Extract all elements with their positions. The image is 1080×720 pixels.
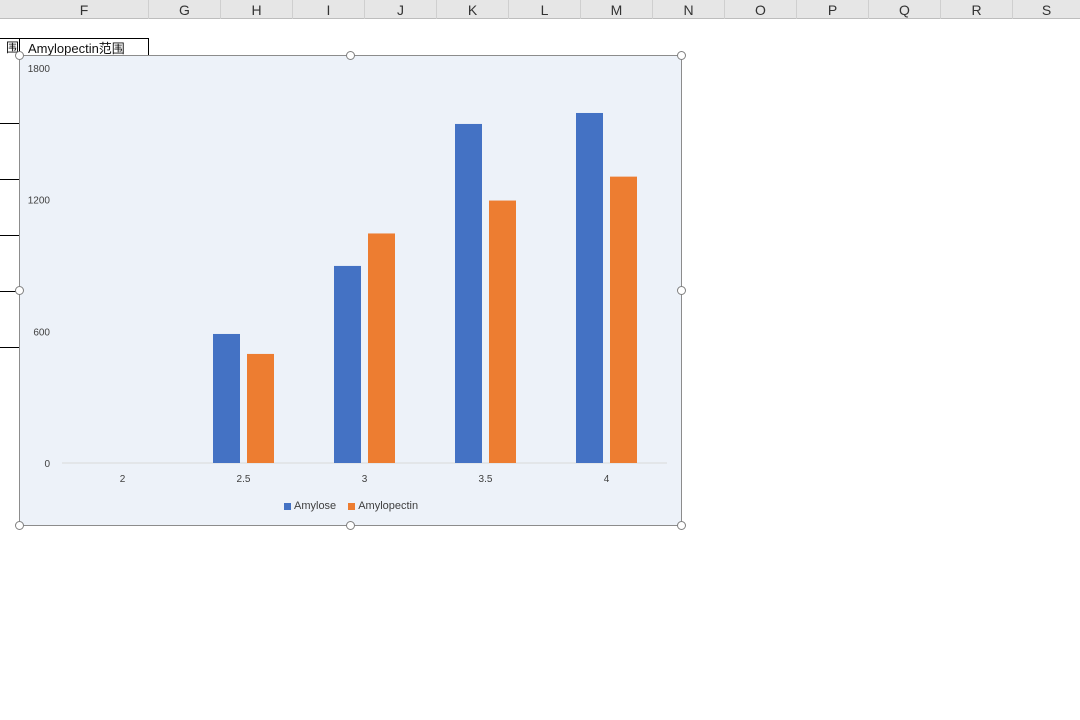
resize-handle-bottom[interactable] [346, 521, 355, 530]
resize-handle-bottom-left[interactable] [15, 521, 24, 530]
column-header-g[interactable]: G [149, 0, 221, 19]
y-axis-ticks: 0 600 1200 1800 [28, 64, 51, 470]
column-header-n[interactable]: N [653, 0, 725, 19]
column-header-q[interactable]: Q [869, 0, 941, 19]
y-tick-label: 0 [44, 459, 50, 470]
legend-label-amylose: Amylose [294, 500, 337, 512]
legend-item-amylose[interactable]: Amylose [284, 500, 336, 512]
bar-chart[interactable]: 0 600 1200 1800 2 2.5 3 3.5 4 [19, 55, 682, 526]
chart-legend[interactable]: Amylose Amylopectin [284, 499, 430, 513]
resize-handle-top[interactable] [346, 51, 355, 60]
y-tick-label: 600 [33, 327, 50, 338]
column-header-k[interactable]: K [437, 0, 509, 19]
bar-amylose-3[interactable] [334, 265, 361, 463]
row-border [0, 235, 20, 236]
y-tick-label: 1200 [28, 196, 51, 207]
resize-handle-top-right[interactable] [677, 51, 686, 60]
resize-handle-left[interactable] [15, 286, 24, 295]
cell-f-header[interactable]: Amylopectin范围 [20, 38, 149, 56]
column-header-bar: F G H I J K L M N O P Q R S [0, 0, 1080, 19]
x-tick-label: 2.5 [237, 474, 251, 485]
y-tick-label: 1800 [28, 64, 51, 75]
legend-item-amylopectin[interactable]: Amylopectin [348, 500, 418, 512]
legend-label-amylopectin: Amylopectin [358, 500, 419, 512]
column-header-r[interactable]: R [941, 0, 1013, 19]
resize-handle-right[interactable] [677, 286, 686, 295]
bar-amylose-2.5[interactable] [213, 333, 240, 463]
bar-amylopectin-3[interactable] [368, 233, 395, 463]
bar-amylose-4[interactable] [576, 112, 603, 463]
column-header-h[interactable]: H [221, 0, 293, 19]
x-tick-label: 4 [604, 474, 610, 485]
resize-handle-top-left[interactable] [15, 51, 24, 60]
x-tick-label: 3.5 [479, 474, 493, 485]
x-tick-label: 2 [120, 474, 126, 485]
row-border [0, 347, 20, 348]
column-header-o[interactable]: O [725, 0, 797, 19]
bar-amylopectin-4[interactable] [610, 176, 637, 463]
row-border [0, 179, 20, 180]
bar-amylose-3.5[interactable] [455, 123, 482, 463]
column-header-f[interactable]: F [20, 0, 149, 19]
row-border [0, 123, 20, 124]
column-header-j[interactable]: J [365, 0, 437, 19]
column-header-p[interactable]: P [797, 0, 869, 19]
x-axis-ticks: 2 2.5 3 3.5 4 [120, 474, 610, 485]
legend-swatch-amylose [284, 502, 291, 510]
bar-series [213, 112, 637, 464]
column-header-i[interactable]: I [293, 0, 365, 19]
x-tick-label: 3 [362, 474, 368, 485]
column-header-s[interactable]: S [1013, 0, 1080, 19]
column-header-m[interactable]: M [581, 0, 653, 19]
legend-swatch-amylopectin [348, 502, 356, 510]
bar-amylopectin-3.5[interactable] [489, 200, 516, 464]
bar-amylopectin-2.5[interactable] [247, 353, 274, 463]
resize-handle-bottom-right[interactable] [677, 521, 686, 530]
column-header-l[interactable]: L [509, 0, 581, 19]
